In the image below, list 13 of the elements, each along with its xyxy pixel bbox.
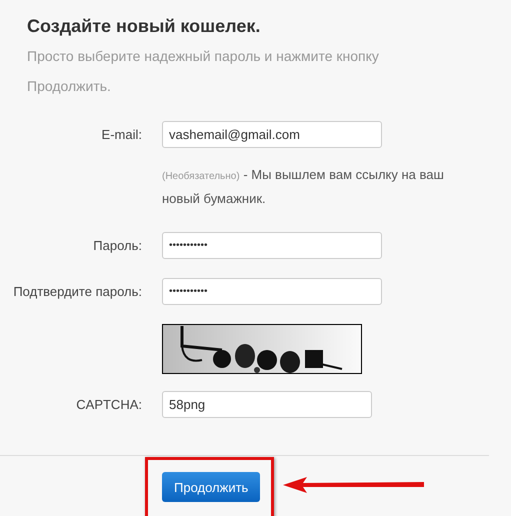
arrow-icon [283, 476, 425, 494]
input-field[interactable]: 58png [162, 391, 372, 418]
intro-text: Просто выберите надежный пароль и нажмите кнопку Продолжить. [27, 47, 380, 96]
field-label: E-mail: [100, 127, 142, 142]
field-label: Подтвердите пароль: [12, 284, 142, 299]
field-label: CAPTCHA: [75, 397, 142, 412]
input-field[interactable]: vashemail@gmail.com [162, 121, 382, 148]
field-label: Пароль: [92, 238, 142, 253]
input-field[interactable]: ••••••••••• [162, 232, 382, 259]
continue-button[interactable]: Продолжить [162, 472, 260, 502]
hint-text: (Необязательно) - Мы вышлем вам ссылку на ваш новый бумажник. [162, 166, 445, 208]
input-field[interactable]: ••••••••••• [162, 278, 382, 305]
page-title: Создайте новый кошелек. [27, 15, 262, 38]
